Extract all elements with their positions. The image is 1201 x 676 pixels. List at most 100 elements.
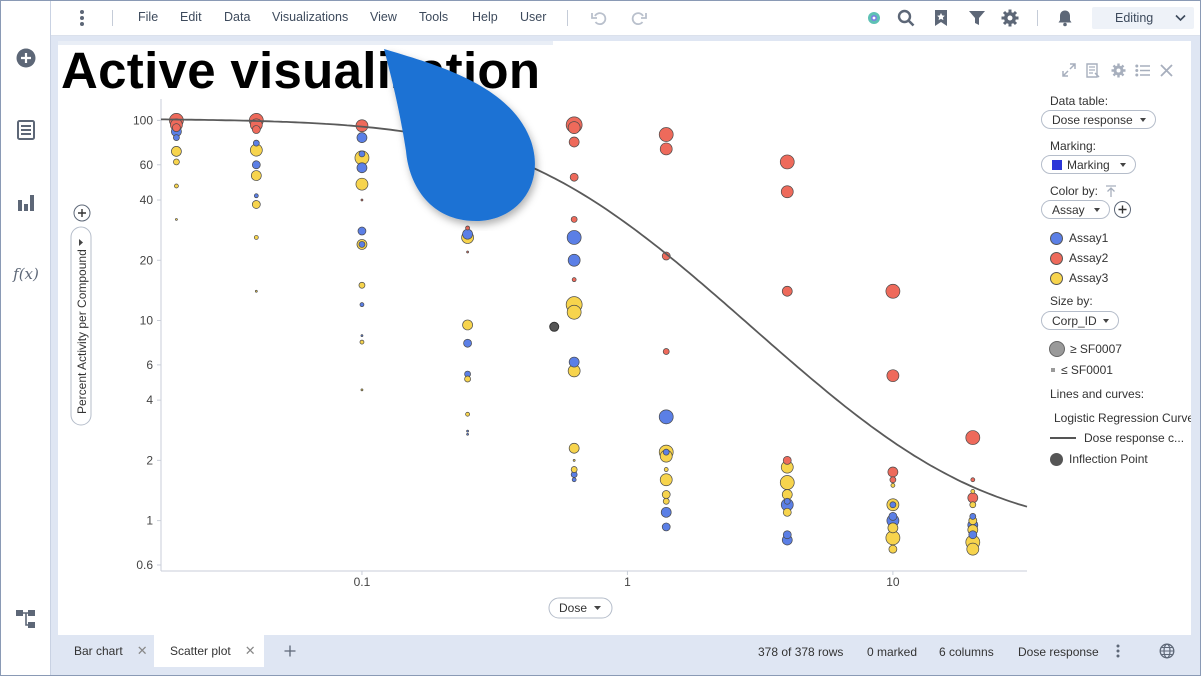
menu-help[interactable]: Help — [472, 10, 498, 24]
bookmarks-button[interactable] — [931, 8, 951, 28]
data-point-assay1 — [466, 429, 469, 433]
settings-button[interactable] — [1000, 8, 1020, 28]
x-tick-label: 1 — [624, 575, 631, 589]
data-point-assay3 — [663, 467, 669, 472]
data-point-assay3 — [358, 281, 366, 289]
data-point-assay3 — [661, 490, 671, 499]
marking-label: Marking: — [1050, 139, 1097, 153]
app-window: f(x) File Edit Data Visualizations View … — [0, 0, 1201, 676]
mode-selector[interactable]: Editing — [1092, 7, 1194, 29]
expressions-button[interactable]: f(x) — [13, 261, 39, 287]
data-point-assay1 — [360, 334, 364, 338]
search-button[interactable] — [896, 8, 916, 28]
properties-button[interactable] — [1109, 61, 1127, 79]
notifications-button[interactable] — [1055, 8, 1075, 28]
data-table-name[interactable]: Dose response — [1018, 645, 1099, 659]
y-axis-selector[interactable]: Percent Activity per Compound — [70, 226, 92, 426]
redo-button[interactable] — [629, 8, 649, 28]
legend-item-assay3[interactable]: Assay3 — [1050, 270, 1108, 286]
gear-icon — [1111, 63, 1125, 77]
data-point-assay2 — [779, 154, 795, 170]
data-point-assay2 — [885, 283, 901, 299]
legend-toggle-button[interactable] — [1133, 61, 1151, 79]
visualization-types-button[interactable] — [13, 189, 39, 215]
close-tab-icon[interactable]: ✕ — [137, 643, 148, 659]
data-point-assay1 — [251, 160, 261, 170]
y-axis-label: Percent Activity per Compound — [75, 249, 89, 414]
tab-scatter-plot[interactable]: Scatter plot ✕ — [154, 635, 264, 667]
color-by-selector[interactable]: Assay — [1041, 200, 1110, 219]
menu-edit[interactable]: Edit — [180, 10, 202, 24]
data-point-assay1 — [357, 226, 367, 236]
data-point-assay1 — [466, 432, 469, 436]
add-data-button[interactable] — [13, 45, 39, 71]
marking-selector[interactable]: Marking — [1041, 155, 1136, 174]
filter-icon — [969, 11, 985, 25]
menu-visualizations[interactable]: Visualizations — [272, 10, 348, 24]
data-point-assay1 — [782, 530, 792, 540]
data-point-assay3 — [572, 459, 576, 462]
data-point-assay3 — [173, 158, 180, 166]
data-point-assay3 — [462, 319, 473, 331]
data-point-assay3 — [966, 542, 980, 556]
legend-item-inflection[interactable]: Inflection Point — [1050, 451, 1148, 467]
data-point-assay3 — [464, 375, 471, 383]
menu-view[interactable]: View — [370, 10, 397, 24]
tab-bar-chart[interactable]: Bar chart ✕ — [58, 635, 153, 667]
inflection-label: Inflection Point — [1069, 452, 1148, 466]
search-icon — [897, 9, 915, 27]
menu-file[interactable]: File — [138, 10, 158, 24]
filters-button[interactable] — [967, 8, 987, 28]
menu-user[interactable]: User — [520, 10, 546, 24]
data-point-assay2 — [568, 136, 580, 148]
sort-up-icon[interactable] — [1105, 185, 1117, 197]
divider — [567, 10, 568, 26]
more-menu-button[interactable] — [72, 8, 92, 28]
data-point-assay1 — [253, 193, 259, 199]
data-point-assay3 — [566, 304, 582, 320]
y-tick-label: 4 — [146, 393, 153, 407]
data-table-selector[interactable]: Dose response — [1041, 110, 1156, 129]
add-page-button[interactable] — [280, 635, 300, 667]
legend-size-max: ≥ SF0007 — [1049, 341, 1122, 357]
language-button[interactable] — [1159, 643, 1176, 660]
maximize-button[interactable] — [1060, 61, 1078, 79]
plus-icon — [284, 645, 296, 657]
expand-icon — [1062, 63, 1076, 77]
undo-button[interactable] — [589, 8, 609, 28]
description-button[interactable] — [1084, 61, 1102, 79]
legend-item-assay2[interactable]: Assay2 — [1050, 250, 1108, 266]
data-point-assay2 — [886, 369, 900, 383]
data-point-assay1 — [889, 501, 897, 509]
legend-item-assay1[interactable]: Assay1 — [1050, 230, 1108, 246]
menu-tools[interactable]: Tools — [419, 10, 448, 24]
assay2-label: Assay2 — [1069, 251, 1109, 265]
marked-count: 0 marked — [867, 645, 918, 659]
data-point-assay2 — [965, 430, 981, 445]
data-table-button[interactable] — [13, 117, 39, 143]
table-list-icon — [17, 120, 35, 140]
x-axis-selector[interactable]: Dose — [548, 597, 613, 619]
data-flow-icon — [16, 610, 35, 628]
size-by-selector[interactable]: Corp_ID — [1041, 311, 1119, 330]
close-tab-icon[interactable]: ✕ — [245, 643, 256, 659]
row-count: 378 of 378 rows — [758, 645, 844, 659]
plus-icon — [1118, 205, 1127, 214]
add-color-rule-button[interactable] — [1114, 201, 1131, 218]
legend-item-dose-curve[interactable]: Dose response c... — [1050, 430, 1184, 446]
undo-icon — [591, 12, 607, 25]
data-point-assay2 — [889, 476, 897, 484]
recommendations-button[interactable] — [864, 8, 884, 28]
data-canvas-button[interactable] — [13, 606, 39, 632]
data-point-assay3 — [779, 475, 795, 490]
add-y-axis-button[interactable] — [73, 204, 91, 222]
divider — [112, 10, 113, 26]
divider — [1037, 10, 1038, 26]
menu-data[interactable]: Data — [224, 10, 250, 24]
data-point-assay2 — [662, 348, 670, 355]
legend-size-min: ≤ SF0001 — [1050, 362, 1113, 378]
status-more-button[interactable] — [1115, 644, 1123, 659]
dropdown-arrow-icon — [1140, 118, 1146, 122]
gear-icon — [1001, 9, 1019, 27]
close-visualization-button[interactable] — [1157, 61, 1175, 79]
